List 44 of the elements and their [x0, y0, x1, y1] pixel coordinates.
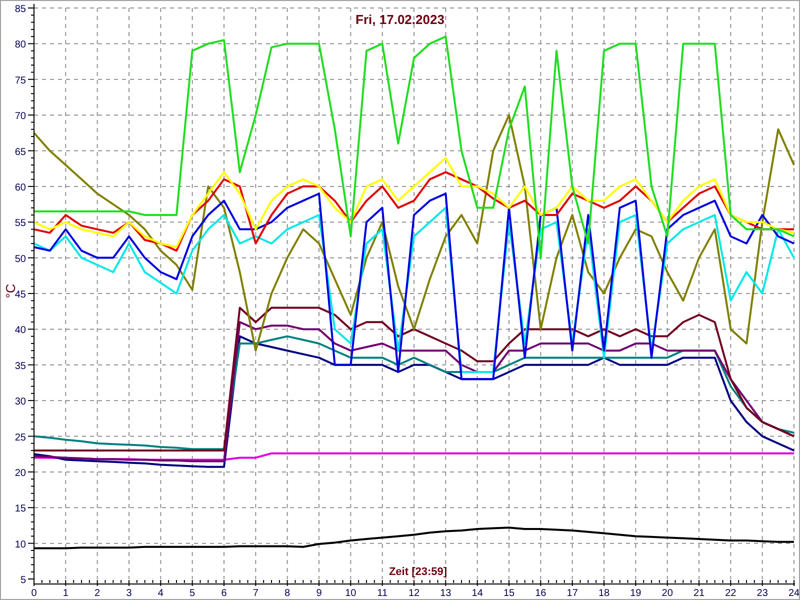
tick-label: 6: [221, 588, 227, 599]
tick-label: 85: [14, 4, 26, 15]
tick-label: 19: [630, 588, 642, 599]
tick-label: 10: [14, 539, 26, 550]
tick-label: 1: [62, 588, 68, 599]
tick-label: 5: [190, 588, 196, 599]
tick-label: 65: [14, 146, 26, 158]
tick-label: 30: [14, 396, 26, 408]
tick-label: 18: [598, 588, 610, 599]
axis-title: Zeit [23:59]: [388, 566, 448, 578]
tick-label: 35: [14, 360, 26, 372]
tick-label: 15: [503, 588, 515, 599]
tick-label: 20: [14, 468, 26, 479]
tick-label: 7: [252, 588, 258, 599]
tick-label: 9: [316, 588, 322, 599]
tick-label: 50: [14, 254, 26, 265]
tick-label: 12: [408, 588, 420, 599]
chart-title: Fri, 17.02.2023: [356, 12, 444, 27]
tick-label: 25: [14, 432, 26, 444]
tick-label: 20: [662, 588, 673, 599]
tick-label: 17: [566, 588, 578, 599]
tick-label: 24: [788, 588, 799, 599]
tick-label: 0: [31, 588, 37, 599]
tick-label: 40: [14, 325, 26, 336]
tick-label: 16: [535, 588, 546, 599]
tick-label: 80: [14, 40, 26, 51]
tick-label: 5: [20, 575, 26, 586]
tick-label: 15: [14, 504, 26, 515]
tick-label: 3: [126, 588, 132, 599]
tick-label: 13: [440, 588, 452, 599]
tick-label: 2: [94, 588, 100, 599]
tick-label: 23: [756, 588, 768, 599]
tick-label: 11: [377, 588, 388, 599]
tick-label: 21: [693, 588, 705, 599]
tick-label: 75: [14, 75, 26, 86]
tick-label: 4: [158, 588, 164, 599]
tick-label: 60: [14, 182, 26, 194]
tick-label: 10: [345, 588, 356, 599]
tick-label: 45: [14, 290, 26, 300]
tick-label: 70: [14, 111, 26, 122]
tick-label: 14: [472, 588, 483, 599]
tick-label: 55: [14, 218, 26, 230]
tick-label: 22: [725, 588, 736, 599]
tick-label: 8: [284, 588, 290, 599]
